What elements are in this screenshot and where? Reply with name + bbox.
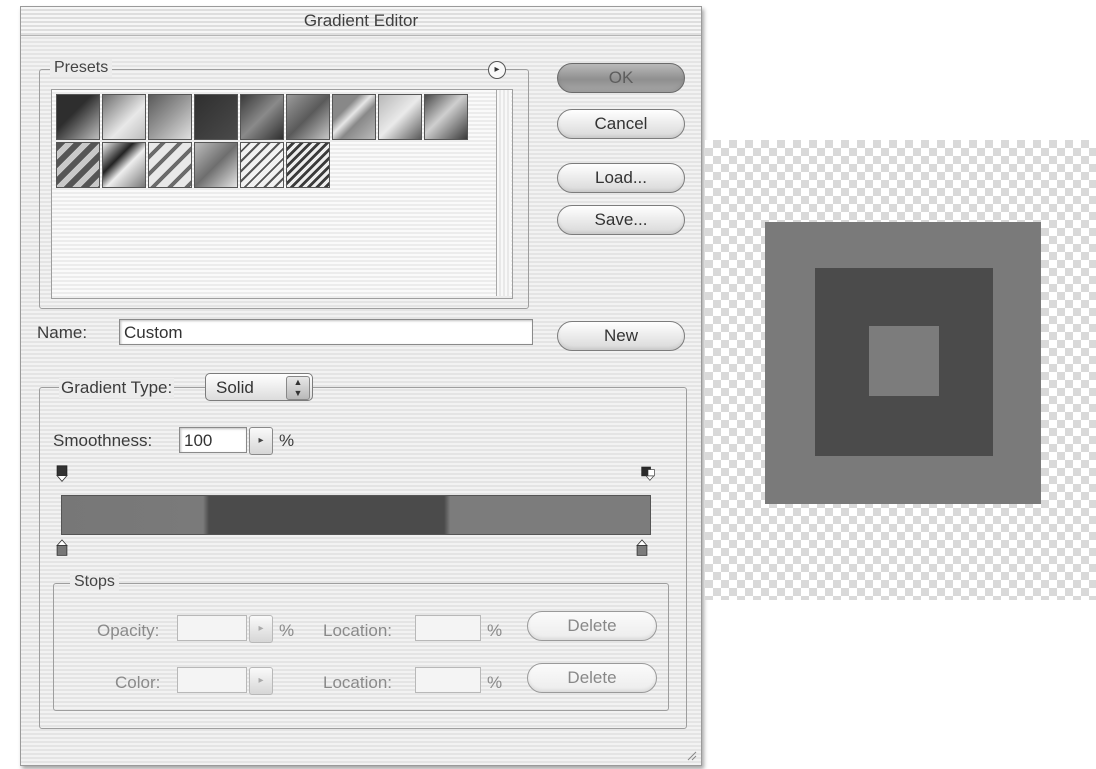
gradient-type-select[interactable]: Solid ▲ ▼ <box>205 373 313 401</box>
preset-swatch[interactable] <box>56 94 100 140</box>
circle-arrow-icon[interactable]: ▸ <box>488 61 506 79</box>
resize-grip-icon[interactable] <box>685 749 697 761</box>
presets-list <box>51 89 513 299</box>
preset-swatch[interactable] <box>240 94 284 140</box>
gradient-editor-dialog: Gradient Editor Presets ▸ OK Cancel Load… <box>20 6 702 766</box>
opacity-label: Opacity: <box>97 621 160 640</box>
color-location-label: Location: <box>323 673 392 692</box>
opacity-stop-right[interactable] <box>641 465 655 483</box>
preset-swatch-grid <box>56 94 501 304</box>
opacity-field[interactable] <box>177 615 247 641</box>
preset-swatch[interactable] <box>286 142 330 188</box>
transparency-checkerboard <box>705 140 1096 600</box>
preset-swatch[interactable] <box>240 142 284 188</box>
preset-swatch[interactable] <box>286 94 330 140</box>
save-button[interactable]: Save... <box>557 205 685 235</box>
gradient-type-label: Gradient Type: <box>59 378 175 398</box>
new-button[interactable]: New <box>557 321 685 351</box>
presets-legend: Presets <box>50 59 113 77</box>
stops-legend: Stops <box>70 573 119 591</box>
color-stepper[interactable]: ▸ <box>249 667 273 695</box>
color-stop-right[interactable] <box>635 539 649 557</box>
preview-inner-square <box>869 326 939 396</box>
smoothness-label: Smoothness: <box>53 431 153 450</box>
cancel-button[interactable]: Cancel <box>557 109 685 139</box>
preset-swatch[interactable] <box>194 94 238 140</box>
select-arrows-icon: ▲ ▼ <box>286 376 310 400</box>
delete-color-stop-button[interactable]: Delete <box>527 663 657 693</box>
presets-scrollbar[interactable] <box>496 90 511 296</box>
preset-swatch[interactable] <box>424 94 468 140</box>
preset-swatch[interactable] <box>56 142 100 188</box>
smoothness-stepper[interactable]: ▸ <box>249 427 273 455</box>
preset-swatch[interactable] <box>102 142 146 188</box>
name-field[interactable]: Custom <box>119 319 533 345</box>
window-title: Gradient Editor <box>21 7 701 36</box>
opacity-location-label: Location: <box>323 621 392 640</box>
preset-swatch[interactable] <box>148 142 192 188</box>
opacity-location-field[interactable] <box>415 615 481 641</box>
smoothness-field[interactable]: 100 <box>179 427 247 453</box>
opacity-location-unit: % <box>487 621 503 640</box>
preset-swatch[interactable] <box>378 94 422 140</box>
smoothness-unit: % <box>279 431 295 450</box>
preset-swatch[interactable] <box>148 94 192 140</box>
opacity-stop-left[interactable] <box>55 465 69 483</box>
preset-swatch[interactable] <box>332 94 376 140</box>
color-label: Color: <box>115 673 161 692</box>
preset-swatch[interactable] <box>102 94 146 140</box>
color-location-unit: % <box>487 673 503 692</box>
ok-button[interactable]: OK <box>557 63 685 93</box>
color-location-field[interactable] <box>415 667 481 693</box>
color-stop-left[interactable] <box>55 539 69 557</box>
gradient-bar[interactable] <box>61 495 651 535</box>
opacity-unit: % <box>279 621 295 640</box>
delete-opacity-stop-button[interactable]: Delete <box>527 611 657 641</box>
gradient-type-value: Solid <box>216 378 254 397</box>
color-field[interactable] <box>177 667 247 693</box>
opacity-stepper[interactable]: ▸ <box>249 615 273 643</box>
load-button[interactable]: Load... <box>557 163 685 193</box>
name-label: Name: <box>37 323 88 342</box>
preset-swatch[interactable] <box>194 142 238 188</box>
